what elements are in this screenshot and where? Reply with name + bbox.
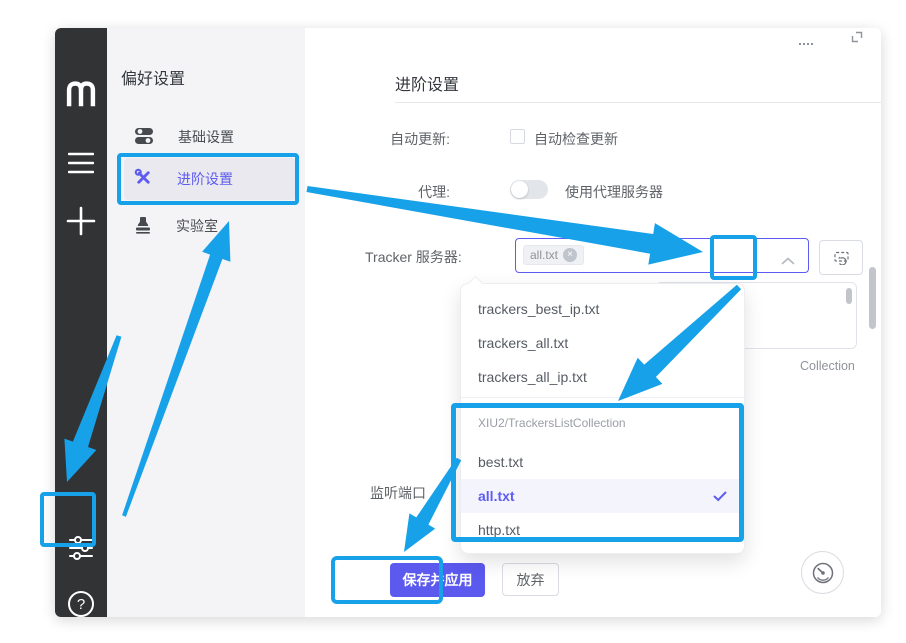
proxy-label: 代理:: [365, 182, 450, 202]
proxy-toggle[interactable]: [510, 180, 548, 199]
proxy-toggle-label: 使用代理服务器: [565, 182, 663, 202]
help-glyph: ?: [68, 591, 94, 617]
speed-limit-button[interactable]: [801, 551, 844, 594]
help-icon[interactable]: ?: [55, 591, 107, 617]
selected-tag: all.txt ×: [523, 245, 584, 265]
tools-icon: [134, 168, 153, 190]
sync-tracker-button[interactable]: [819, 240, 863, 275]
preferences-panel: 偏好设置 基础设置 进阶设置 实验室: [107, 28, 305, 617]
auto-update-checkbox-label: 自动检查更新: [534, 129, 618, 149]
page-title: 进阶设置: [395, 71, 459, 95]
maximize-button[interactable]: [850, 30, 864, 49]
tag-label: all.txt: [530, 248, 558, 262]
tag-remove-icon[interactable]: ×: [563, 248, 577, 262]
speedometer-icon: [810, 560, 836, 586]
listen-port-label: 监听端口: [370, 483, 426, 503]
dropdown-divider: [461, 397, 744, 398]
tracker-dropdown: trackers_best_ip.txt trackers_all.txt tr…: [460, 283, 745, 554]
dropdown-item-selected[interactable]: all.txt: [461, 479, 744, 513]
app-sidebar: ?: [55, 28, 107, 617]
sidebar-item-label: 实验室: [176, 216, 218, 236]
chevron-up-icon[interactable]: [781, 252, 795, 270]
checkmark-icon: [713, 491, 727, 502]
screenshot-stage: ? 偏好设置 基础设置 进阶设置 实验室: [0, 0, 906, 643]
main-scrollbar[interactable]: [869, 267, 876, 329]
textarea-scrollbar[interactable]: [846, 288, 852, 304]
dropdown-group-label: XIU2/TrackersListCollection: [461, 401, 744, 445]
discard-button[interactable]: 放弃: [502, 563, 559, 596]
sidebar-item-label: 基础设置: [178, 127, 234, 147]
tracker-server-label: Tracker 服务器:: [365, 247, 505, 267]
save-apply-button[interactable]: 保存并应用: [390, 563, 485, 597]
title-divider: [395, 102, 881, 103]
tracker-source-link-fragment[interactable]: Collection: [800, 359, 855, 373]
tracker-server-select[interactable]: all.txt ×: [515, 238, 809, 273]
sync-icon: [833, 250, 850, 265]
dropdown-item[interactable]: trackers_best_ip.txt: [461, 292, 744, 326]
sidebar-item-advanced-settings[interactable]: 进阶设置: [124, 158, 296, 200]
toggle-knob: [511, 181, 528, 198]
dropdown-item[interactable]: http.txt: [461, 513, 744, 547]
preferences-title: 偏好设置: [121, 65, 185, 89]
sidebar-item-lab[interactable]: 实验室: [124, 205, 296, 247]
task-list-icon[interactable]: [55, 152, 107, 174]
minimize-button[interactable]: [799, 36, 815, 52]
maximize-icon: [850, 30, 864, 44]
auto-update-checkbox[interactable]: [510, 129, 525, 144]
sidebar-item-basic-settings[interactable]: 基础设置: [124, 116, 296, 158]
dropdown-item[interactable]: trackers_all_ip.txt: [461, 360, 744, 394]
toggles-icon: [134, 127, 154, 148]
stamp-icon: [134, 216, 152, 237]
motrix-logo-icon: [55, 80, 107, 107]
dropdown-item[interactable]: best.txt: [461, 445, 744, 479]
auto-update-label: 自动更新:: [365, 129, 450, 149]
dropdown-item[interactable]: trackers_all.txt: [461, 326, 744, 360]
add-task-icon[interactable]: [55, 206, 107, 236]
dropdown-item-label: all.txt: [478, 488, 515, 504]
minimize-icon: [799, 43, 813, 45]
settings-sliders-icon[interactable]: [55, 535, 107, 561]
sidebar-item-label: 进阶设置: [177, 169, 233, 189]
